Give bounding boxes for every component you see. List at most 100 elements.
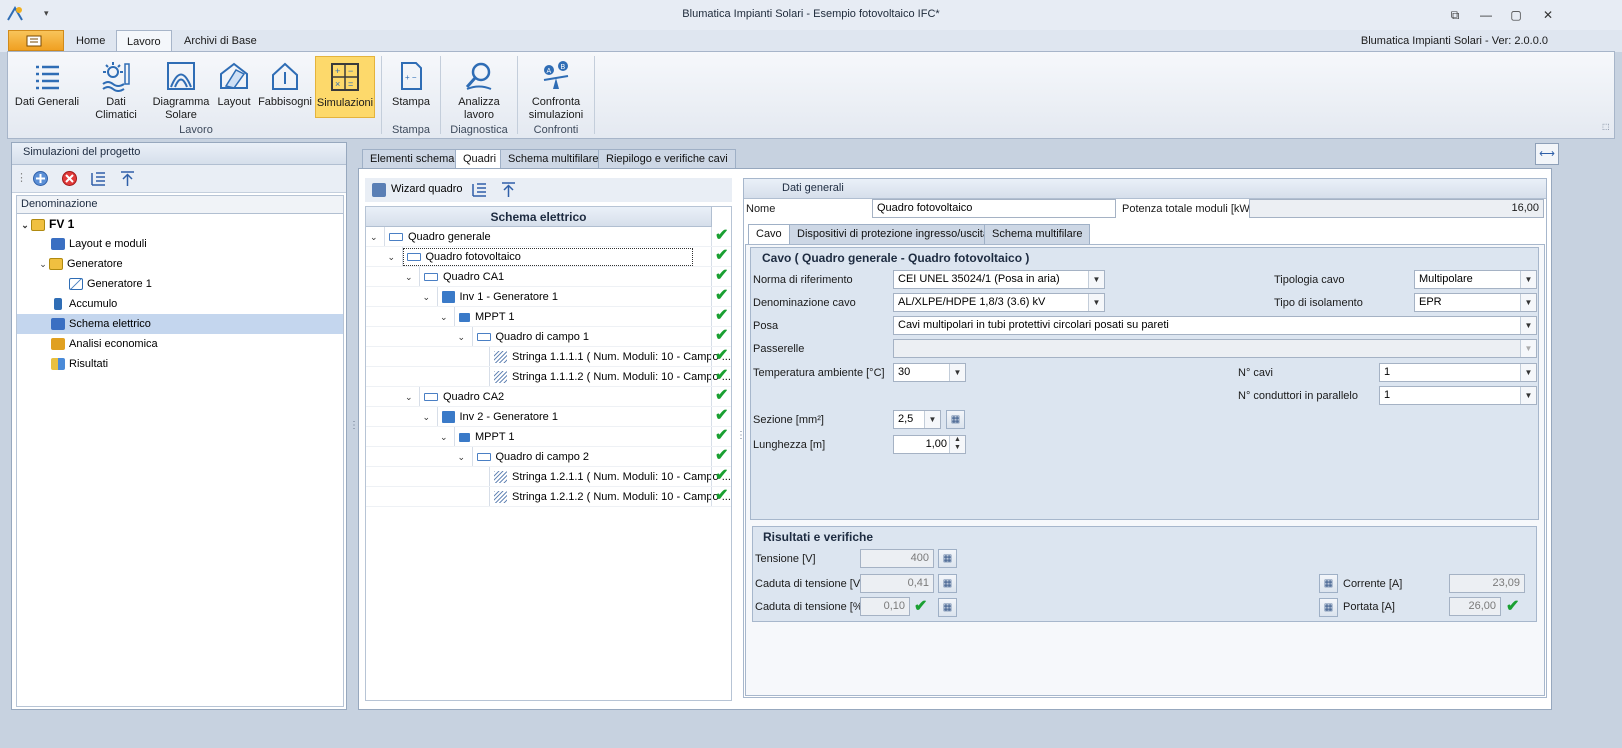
tab-archivi-di-base[interactable]: Archivi di Base xyxy=(174,30,267,52)
chevron-down-icon[interactable]: ▼ xyxy=(949,364,965,381)
tab-lavoro[interactable]: Lavoro xyxy=(116,30,172,52)
tree-item-fv1[interactable]: ⌄ FV 1 xyxy=(17,214,343,234)
tab-elementi-schema[interactable]: Elementi schema xyxy=(362,149,463,169)
close-button[interactable]: ✕ xyxy=(1534,4,1562,26)
subtab-schema-multifilare[interactable]: Schema multifilare xyxy=(984,224,1091,245)
ncavi-select[interactable]: 1 ▼ xyxy=(1379,363,1537,382)
column-divider xyxy=(711,487,712,506)
layout-button[interactable]: Layout xyxy=(212,56,256,118)
quadro-row[interactable]: ⌄ Quadro di campo 2 ✔ xyxy=(366,447,731,467)
string-row[interactable]: Stringa 1.2.1.1 ( Num. Moduli: 10 - Camp… xyxy=(366,467,731,487)
file-menu-button[interactable] xyxy=(8,30,64,51)
chevron-down-icon[interactable]: ⌄ xyxy=(440,427,448,446)
dati-climatici-button[interactable]: Dati Climatici xyxy=(84,56,148,121)
chevron-down-icon[interactable]: ⌄ xyxy=(405,267,413,286)
tree-item-generatore-1[interactable]: Generatore 1 xyxy=(17,274,343,294)
mppt-row[interactable]: ⌄ MPPT 1 ✔ xyxy=(366,427,731,447)
chevron-down-icon[interactable]: ▼ xyxy=(1520,387,1536,404)
posa-select[interactable]: Cavi multipolari in tubi protettivi circ… xyxy=(893,316,1537,335)
svg-text:+ −: + − xyxy=(405,73,417,82)
check-icon: ✔ xyxy=(715,367,729,384)
analizza-lavoro-button[interactable]: Analizza lavoro xyxy=(444,56,514,121)
spinner-icon[interactable]: ▲ ▼ xyxy=(949,436,965,453)
chevron-down-icon[interactable]: ▼ xyxy=(924,411,940,428)
tree-item-accumulo[interactable]: Accumulo xyxy=(17,294,343,314)
tab-riepilogo-verifiche-cavi[interactable]: Riepilogo e verifiche cavi xyxy=(598,149,736,169)
minimize-button[interactable]: — xyxy=(1472,4,1500,26)
panel-icon xyxy=(51,238,65,251)
ribbon-expand-icon[interactable]: ⬚ xyxy=(1602,122,1610,131)
restore-layout-icon[interactable]: ⧉ xyxy=(1441,4,1469,26)
schema-row-label: Quadro di campo 2 xyxy=(495,451,590,463)
delete-icon[interactable] xyxy=(61,170,78,187)
chevron-down-icon[interactable]: ⌄ xyxy=(37,254,49,274)
mppt-row[interactable]: ⌄ MPPT 1 ✔ xyxy=(366,307,731,327)
inverter-row[interactable]: ⌄ Inv 1 - Generatore 1 ✔ xyxy=(366,287,731,307)
nconduttori-select[interactable]: 1 ▼ xyxy=(1379,386,1537,405)
quadro-row[interactable]: ⌄ Quadro di campo 1 ✔ xyxy=(366,327,731,347)
chevron-down-icon[interactable]: ▼ xyxy=(1520,294,1536,311)
tree-item-analisi-economica[interactable]: Analisi economica xyxy=(17,334,343,354)
calculator-icon[interactable]: ▦ xyxy=(938,549,957,568)
add-icon[interactable] xyxy=(32,170,49,187)
inverter-icon xyxy=(441,411,455,424)
chevron-down-icon[interactable]: ⌄ xyxy=(19,215,31,234)
tab-quadri[interactable]: Quadri xyxy=(455,149,505,169)
tipologia-select[interactable]: Multipolare ▼ xyxy=(1414,270,1537,289)
fit-width-icon[interactable]: ⟷ xyxy=(1535,143,1559,165)
tree-item-generatore[interactable]: ⌄ Generatore xyxy=(17,254,343,274)
nome-input[interactable]: Quadro fotovoltaico xyxy=(872,199,1116,218)
chevron-down-icon[interactable]: ⌄ xyxy=(440,307,448,326)
denominazione-select[interactable]: AL/XLPE/HDPE 1,8/3 (3.6) kV ▼ xyxy=(893,293,1105,312)
wizard-quadro-button[interactable]: Wizard quadro xyxy=(391,183,463,195)
dati-generali-button[interactable]: Dati Generali xyxy=(14,56,80,118)
chevron-down-icon[interactable]: ⌄ xyxy=(458,327,466,346)
isolamento-select[interactable]: EPR ▼ xyxy=(1414,293,1537,312)
quadro-row[interactable]: ⌄ Quadro CA1 ✔ xyxy=(366,267,731,287)
inverter-row[interactable]: ⌄ Inv 2 - Generatore 1 ✔ xyxy=(366,407,731,427)
calculator-icon[interactable]: ▦ xyxy=(938,598,957,617)
calculator-icon[interactable]: ▦ xyxy=(1319,574,1338,593)
chevron-down-icon[interactable]: ⌄ xyxy=(370,227,378,246)
collapse-all-icon[interactable] xyxy=(500,181,517,198)
stampa-button[interactable]: + − Stampa xyxy=(386,56,436,118)
quadro-row[interactable]: ⌄ Quadro generale ✔ xyxy=(366,227,731,247)
chevron-down-icon[interactable]: ▼ xyxy=(1520,271,1536,288)
string-row[interactable]: Stringa 1.2.1.2 ( Num. Moduli: 10 - Camp… xyxy=(366,487,731,507)
simulazioni-button[interactable]: + − × = Simulazioni xyxy=(315,56,375,118)
tab-schema-multifilare[interactable]: Schema multifilare xyxy=(500,149,607,169)
chevron-down-icon[interactable]: ▼ xyxy=(1520,317,1536,334)
expand-all-icon[interactable] xyxy=(471,181,488,198)
sezione-select[interactable]: 2,5 ▼ xyxy=(893,410,941,429)
calculator-icon[interactable]: ▦ xyxy=(938,574,957,593)
collapse-all-icon[interactable] xyxy=(119,170,136,187)
confronta-simulazioni-button[interactable]: AB Confronta simulazioni xyxy=(520,56,592,121)
string-row[interactable]: Stringa 1.1.1.2 ( Num. Moduli: 10 - Camp… xyxy=(366,367,731,387)
tree-item-layout[interactable]: Layout e moduli xyxy=(17,234,343,254)
chevron-down-icon[interactable]: ▼ xyxy=(1520,364,1536,381)
chevron-down-icon[interactable]: ▼ xyxy=(1088,294,1104,311)
diagramma-solare-button[interactable]: Diagramma Solare xyxy=(152,56,210,121)
tab-home[interactable]: Home xyxy=(66,30,115,52)
lunghezza-input[interactable]: 1,00 ▲ ▼ xyxy=(893,435,966,454)
chevron-down-icon[interactable]: ⌄ xyxy=(388,247,396,266)
temperatura-select[interactable]: 30 ▼ xyxy=(893,363,966,382)
chevron-down-icon[interactable]: ⌄ xyxy=(405,387,413,406)
subtab-cavo[interactable]: Cavo xyxy=(748,224,790,245)
maximize-button[interactable]: ▢ xyxy=(1502,4,1530,26)
chevron-down-icon[interactable]: ⌄ xyxy=(458,447,466,466)
norma-select[interactable]: CEI UNEL 35024/1 (Posa in aria) ▼ xyxy=(893,270,1105,289)
quadro-row[interactable]: ⌄ Quadro CA2 ✔ xyxy=(366,387,731,407)
subtab-dispositivi-protezione[interactable]: Dispositivi di protezione ingresso/uscit… xyxy=(789,224,997,245)
calculator-icon[interactable]: ▦ xyxy=(1319,598,1338,617)
chevron-down-icon[interactable]: ⌄ xyxy=(423,407,431,426)
expand-all-icon[interactable] xyxy=(90,170,107,187)
chevron-down-icon[interactable]: ▼ xyxy=(1088,271,1104,288)
string-row[interactable]: Stringa 1.1.1.1 ( Num. Moduli: 10 - Camp… xyxy=(366,347,731,367)
quadro-row[interactable]: ⌄ Quadro fotovoltaico ✔ xyxy=(366,247,731,267)
tree-item-risultati[interactable]: Risultati xyxy=(17,354,343,374)
chevron-down-icon[interactable]: ⌄ xyxy=(423,287,431,306)
fabbisogni-button[interactable]: Fabbisogni xyxy=(258,56,312,118)
calculator-icon[interactable]: ▦ xyxy=(946,410,965,429)
tree-item-schema-elettrico[interactable]: Schema elettrico xyxy=(17,314,343,334)
